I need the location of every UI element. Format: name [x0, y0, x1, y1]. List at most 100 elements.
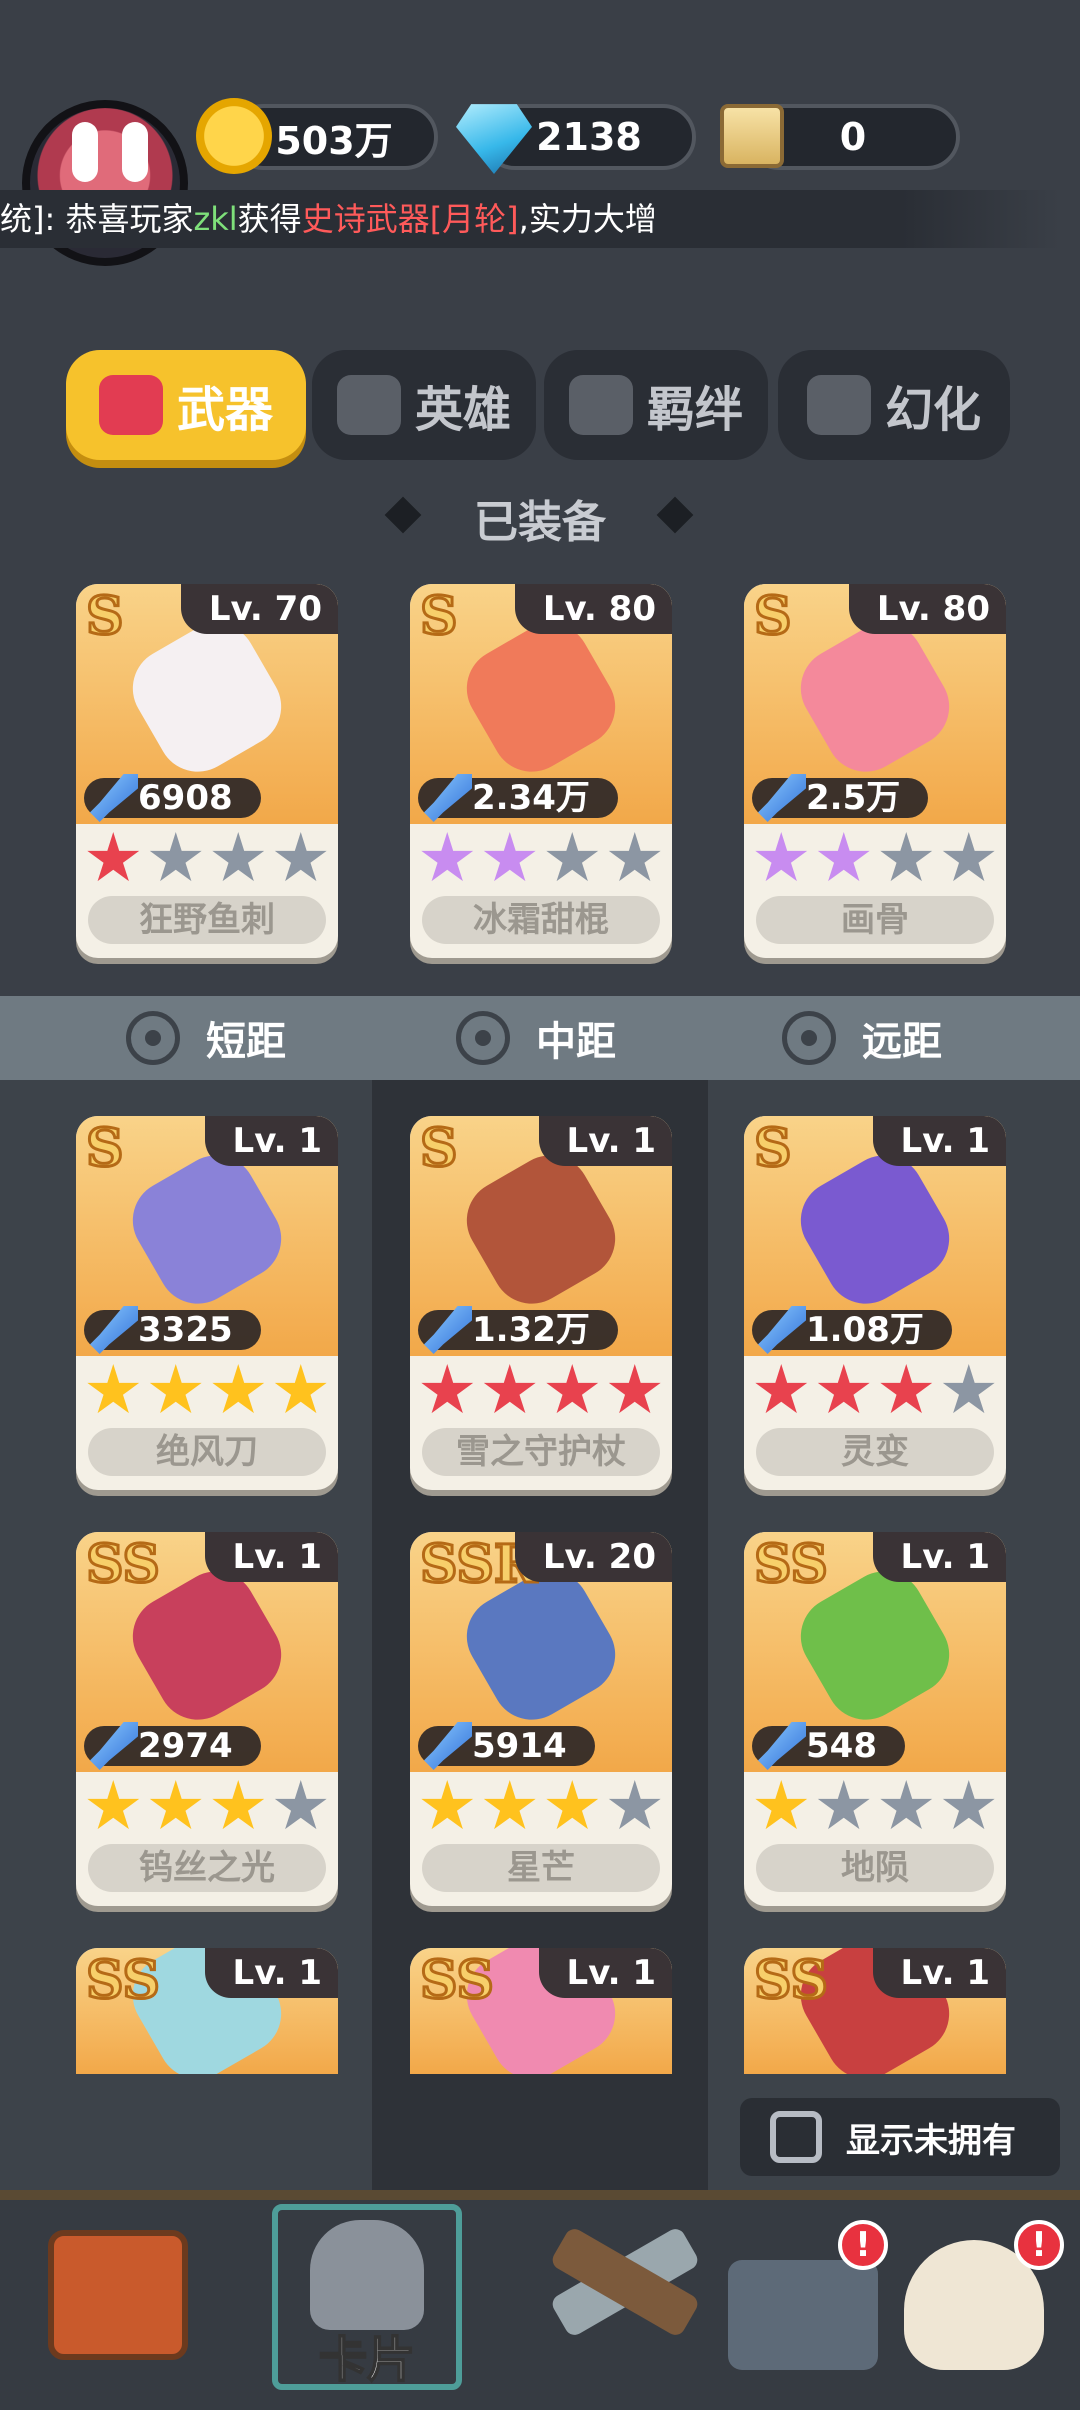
distance-label: 远距 — [862, 1019, 942, 1065]
level-label: Lv. 70 — [180, 584, 338, 634]
weapon-tab-icon — [98, 375, 163, 435]
star-icon — [87, 832, 140, 882]
rarity-badge: SS — [419, 1949, 496, 2013]
power-value: 3325 — [84, 1306, 261, 1354]
power-value: 5914 — [418, 1722, 595, 1770]
weapon-icon — [786, 608, 964, 787]
weapon-card[interactable]: S Lv. 1 1.32万 雪之守护杖 — [410, 1116, 672, 1490]
sword-power-icon — [90, 774, 138, 822]
card-art: S Lv. 1 1.32万 — [410, 1116, 672, 1356]
notification-badge: ! — [838, 2220, 888, 2270]
star-icon — [483, 1364, 536, 1414]
star-icon — [942, 1780, 995, 1830]
level-label: Lv. 1 — [872, 1948, 1006, 1998]
tab-bonds[interactable]: 羁绊 — [544, 350, 768, 460]
star-icon — [755, 832, 808, 882]
power-text: 2.34万 — [472, 778, 590, 818]
rarity-badge: S — [85, 585, 126, 649]
bond-tab-icon — [568, 375, 633, 435]
tab-label: 幻化 — [884, 382, 981, 438]
show-unowned-toggle[interactable]: 显示未拥有 — [740, 2098, 1060, 2176]
power-text: 5914 — [472, 1726, 567, 1766]
star-icon — [546, 1780, 599, 1830]
long-range-icon — [782, 1011, 836, 1065]
star-icon — [817, 832, 870, 882]
sword-power-icon — [90, 1306, 138, 1354]
sword-power-icon — [758, 1722, 806, 1770]
sword-power-icon — [424, 1722, 472, 1770]
weapon-icon — [452, 1140, 630, 1319]
sword-power-icon — [424, 774, 472, 822]
star-icon — [212, 1364, 265, 1414]
weapon-card[interactable]: S Lv. 1 1.08万 灵变 — [744, 1116, 1006, 1490]
rarity-badge: S — [85, 1117, 126, 1181]
broadcast-action: 获得 — [237, 200, 302, 238]
nav-battle[interactable] — [530, 2210, 710, 2390]
power-text: 6908 — [138, 778, 233, 818]
card-art: SS Lv. 1 — [410, 1948, 672, 2074]
weapon-name: 灵变 — [756, 1428, 994, 1476]
tab-transform[interactable]: 幻化 — [778, 350, 1010, 460]
weapon-card[interactable]: SSR Lv. 20 5914 星芒 — [410, 1532, 672, 1906]
weapon-card[interactable]: S Lv. 70 6908 狂野鱼刺 — [76, 584, 338, 958]
star-icon — [817, 1780, 870, 1830]
nav-cards[interactable]: 卡片 — [262, 2204, 472, 2390]
broadcast-prefix: 统]: 恭喜玩家 — [0, 200, 194, 238]
treasure-chest-icon — [728, 2260, 878, 2370]
card-art: S Lv. 80 2.34万 — [410, 584, 672, 824]
power-text: 2.5万 — [806, 778, 901, 818]
weapon-card[interactable]: SS Lv. 1 548 地陨 — [744, 1532, 1006, 1906]
weapon-name: 星芒 — [422, 1844, 660, 1892]
sword-power-icon — [90, 1722, 138, 1770]
weapon-name: 狂野鱼刺 — [88, 896, 326, 944]
nav-treasure[interactable]: ! — [714, 2210, 894, 2390]
rabbit-ear-icon — [122, 122, 148, 182]
star-icon — [274, 1364, 327, 1414]
star-icon — [942, 832, 995, 882]
power-text: 2974 — [138, 1726, 233, 1766]
tab-heroes[interactable]: 英雄 — [312, 350, 536, 460]
weapon-name: 钨丝之光 — [88, 1844, 326, 1892]
rarity-badge: SS — [85, 1949, 162, 2013]
scroll-amount: 0 — [839, 115, 867, 159]
notification-badge: ! — [1014, 2220, 1064, 2270]
weapon-card[interactable]: S Lv. 80 2.5万 画骨 — [744, 584, 1006, 958]
mid-range-filter[interactable]: 中距 — [456, 996, 616, 1080]
weapon-card[interactable]: S Lv. 1 3325 绝风刀 — [76, 1116, 338, 1490]
weapon-card[interactable]: S Lv. 80 2.34万 冰霜甜棍 — [410, 584, 672, 958]
power-value: 6908 — [84, 774, 261, 822]
tab-weapons[interactable]: 武器 — [66, 350, 306, 460]
weapon-icon — [786, 1140, 964, 1319]
rarity-badge: S — [753, 1117, 794, 1181]
nav-shop[interactable] — [28, 2210, 208, 2390]
weapon-card[interactable]: SS Lv. 1 — [76, 1948, 338, 2074]
power-value: 2.34万 — [418, 774, 618, 822]
weapon-card[interactable]: SS Lv. 1 — [410, 1948, 672, 2074]
hero-tab-icon — [336, 375, 401, 435]
star-icon — [608, 832, 661, 882]
star-rating — [744, 1772, 1006, 1838]
level-label: Lv. 1 — [872, 1116, 1006, 1166]
weapon-card[interactable]: SS Lv. 1 2974 钨丝之光 — [76, 1532, 338, 1906]
unowned-checkbox[interactable] — [770, 2111, 822, 2163]
weapon-name: 绝风刀 — [88, 1428, 326, 1476]
tab-label: 武器 — [176, 382, 273, 438]
level-label: Lv. 1 — [204, 1948, 338, 1998]
card-art: S Lv. 1 1.08万 — [744, 1116, 1006, 1356]
nav-boss[interactable]: ! — [890, 2210, 1070, 2390]
show-unowned-label: 显示未拥有 — [846, 2120, 1016, 2161]
star-icon — [880, 1780, 933, 1830]
star-icon — [149, 1364, 202, 1414]
long-range-filter[interactable]: 远距 — [782, 996, 942, 1080]
power-text: 1.32万 — [472, 1310, 590, 1350]
weapon-card[interactable]: SS Lv. 1 — [744, 1948, 1006, 2074]
star-icon — [755, 1780, 808, 1830]
short-range-icon — [126, 1011, 180, 1065]
star-icon — [421, 832, 474, 882]
level-label: Lv. 80 — [848, 584, 1006, 634]
short-range-filter[interactable]: 短距 — [126, 996, 286, 1080]
weapon-name: 地陨 — [756, 1844, 994, 1892]
star-icon — [880, 1364, 933, 1414]
tab-label: 英雄 — [414, 382, 511, 438]
card-art: SS Lv. 1 548 — [744, 1532, 1006, 1772]
